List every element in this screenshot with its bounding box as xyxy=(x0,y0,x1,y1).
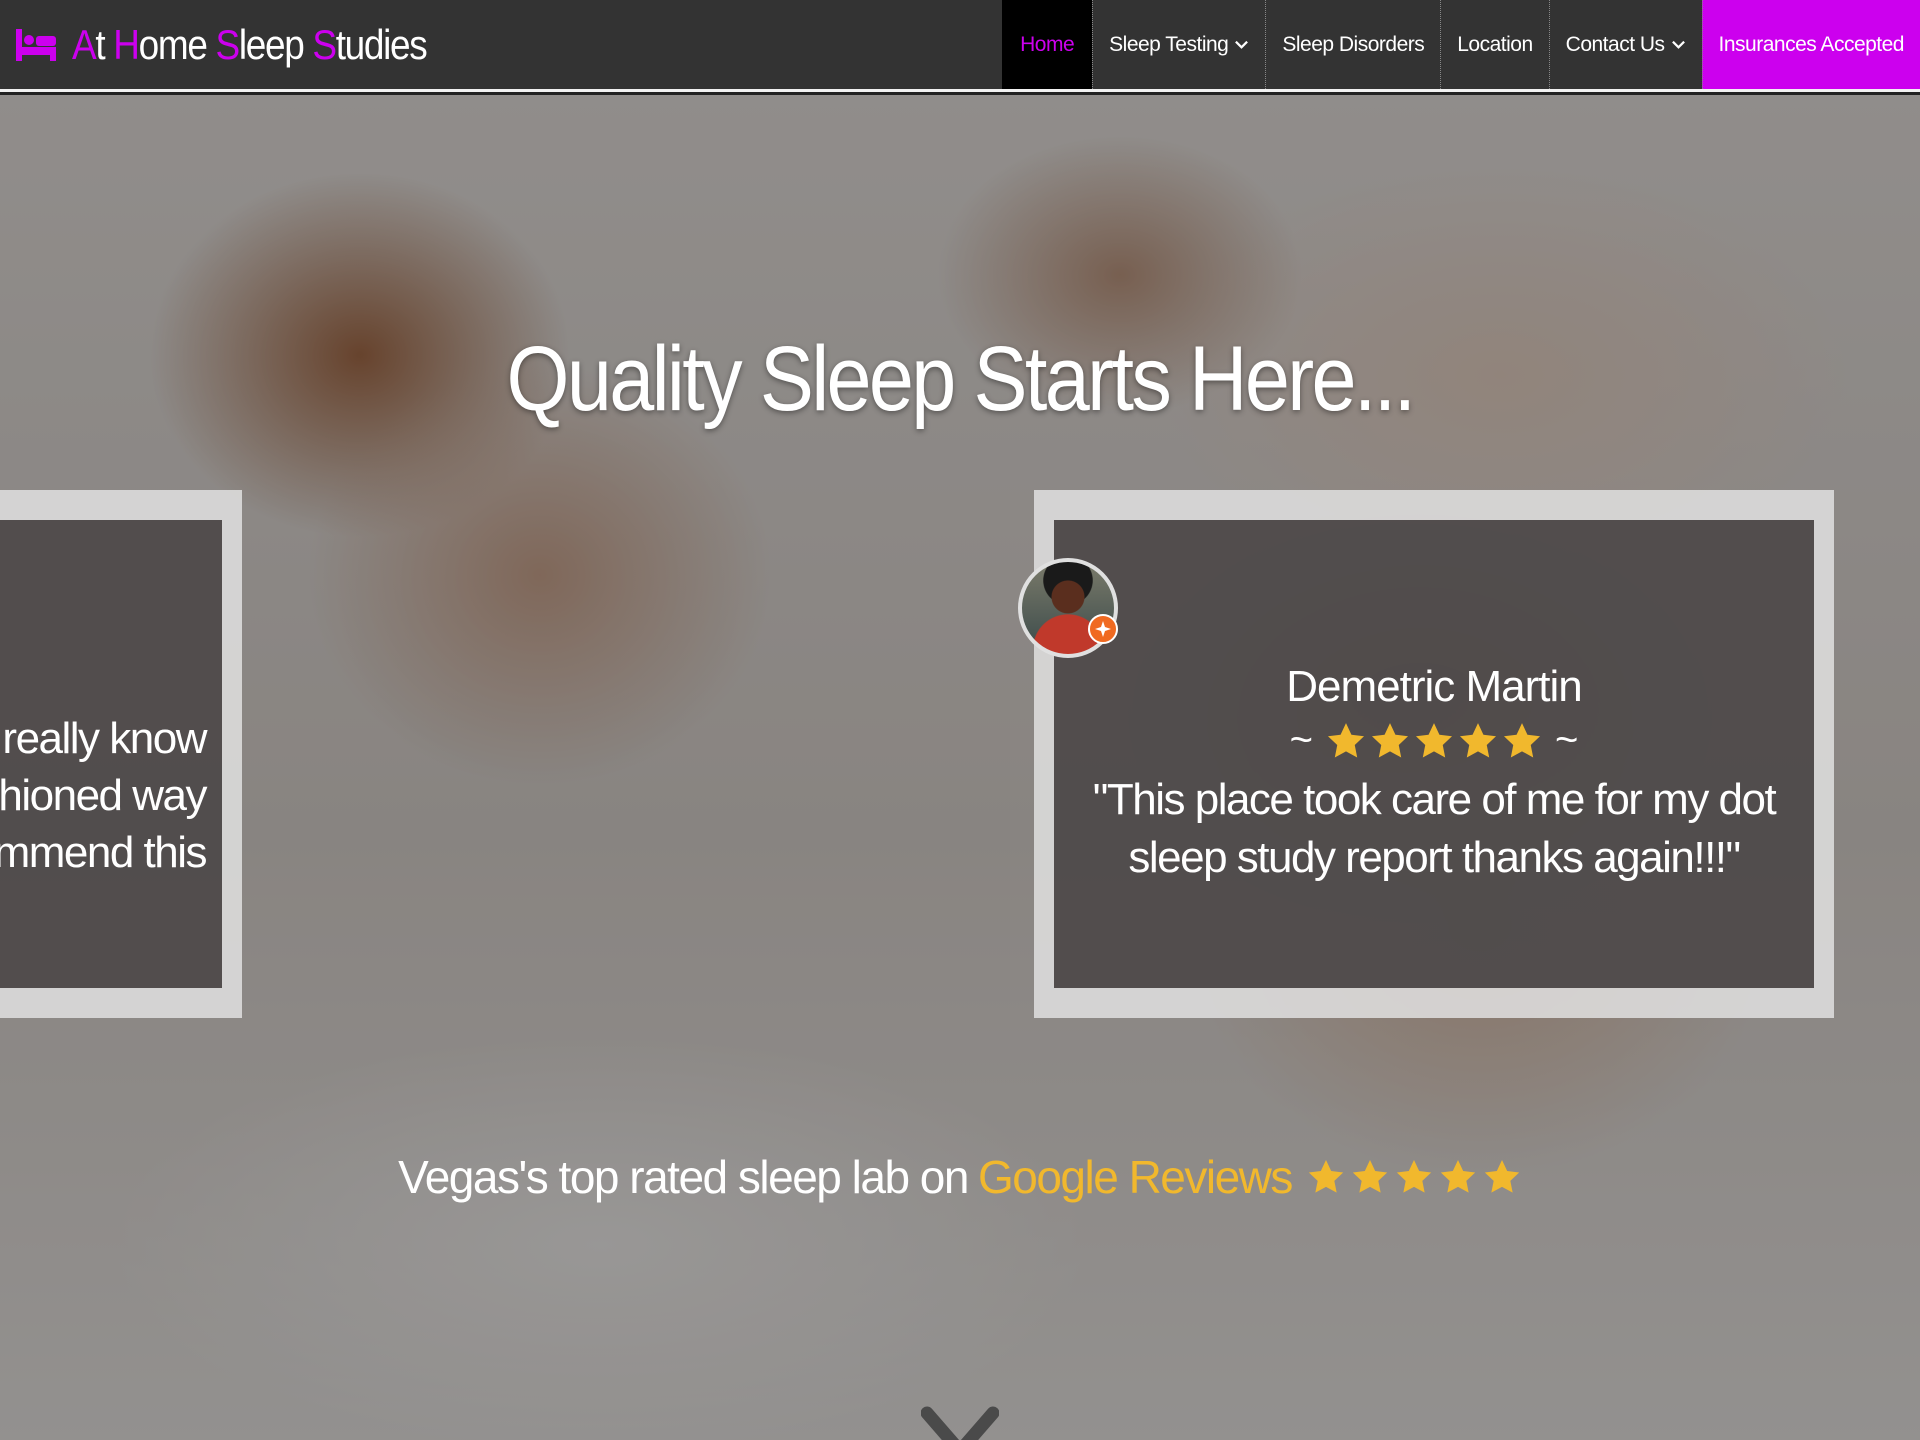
reviewer-avatar xyxy=(1018,558,1118,658)
brand-part-cap: S xyxy=(215,20,241,68)
star-icon xyxy=(1371,722,1409,757)
star-icon xyxy=(1440,1160,1476,1193)
nav-item-label: Contact Us xyxy=(1565,32,1665,56)
top-navbar: At Home Sleep Studies Home Sleep Testing… xyxy=(0,0,1920,92)
tilde-left: ~ xyxy=(1289,718,1313,762)
google-reviews-link[interactable]: Google Reviews xyxy=(978,1150,1293,1204)
star-icon xyxy=(1308,1160,1344,1193)
main-nav: Home Sleep Testing Sleep Disorders Locat… xyxy=(1002,0,1920,89)
reviewer-name: Demetric Martin xyxy=(1286,662,1583,711)
review-card-current[interactable]: Demetric Martin ~ ~ "This place took car… xyxy=(1034,490,1834,1018)
star-icon xyxy=(1503,722,1541,757)
nav-item-label: Sleep Testing xyxy=(1109,32,1229,56)
star-icon xyxy=(1459,722,1497,757)
nav-item-contact-us[interactable]: Contact Us xyxy=(1548,0,1702,89)
star-icon xyxy=(1352,1160,1388,1193)
local-guide-badge-icon xyxy=(1088,614,1118,644)
chevron-down-icon xyxy=(1671,40,1685,49)
brand-part-rest: leep xyxy=(238,20,313,68)
google-reviews-tagline: Vegas's top rated sleep lab on Google Re… xyxy=(0,1150,1920,1204)
scroll-down-chevron-icon[interactable] xyxy=(921,1405,999,1440)
hero-title: Quality Sleep Starts Here... xyxy=(506,328,1416,430)
nav-item-sleep-disorders[interactable]: Sleep Disorders xyxy=(1265,0,1440,89)
brand-part-rest: ome xyxy=(138,20,216,68)
review-rating: ~ ~ xyxy=(1054,718,1814,763)
hero-section: Quality Sleep Starts Here... ey really k… xyxy=(0,95,1920,1440)
brand-part-cap: A xyxy=(72,20,97,68)
review-card-body: ey really know ashioned way commend this xyxy=(0,520,222,988)
nav-item-label: Home xyxy=(1020,32,1075,56)
nav-item-label: Insurances Accepted xyxy=(1718,32,1905,56)
nav-item-label: Location xyxy=(1457,32,1533,56)
nav-item-location[interactable]: Location xyxy=(1440,0,1548,89)
star-icon xyxy=(1396,1160,1432,1193)
star-icon xyxy=(1484,1160,1520,1193)
brand-part-rest: t xyxy=(95,20,114,68)
review-text-clipped: ey really know ashioned way commend this xyxy=(0,714,207,877)
review-card-previous[interactable]: ey really know ashioned way commend this xyxy=(0,490,242,1018)
brand-logo-link[interactable]: At Home Sleep Studies xyxy=(0,0,475,89)
tilde-right: ~ xyxy=(1555,718,1579,762)
nav-item-insurances-accepted[interactable]: Insurances Accepted xyxy=(1701,0,1920,89)
chevron-down-icon xyxy=(1235,40,1249,49)
brand-part-cap: S xyxy=(312,20,337,68)
star-icon xyxy=(1327,722,1365,757)
review-card-body: Demetric Martin ~ ~ "This place took car… xyxy=(1054,520,1814,988)
bed-icon xyxy=(16,28,56,61)
brand-name: At Home Sleep Studies xyxy=(72,20,428,69)
nav-item-home[interactable]: Home xyxy=(1002,0,1093,89)
brand-part-cap: H xyxy=(113,20,140,68)
nav-item-sleep-testing[interactable]: Sleep Testing xyxy=(1092,0,1265,89)
review-text: "This place took care of me for my dot s… xyxy=(1092,775,1777,882)
tagline-prefix: Vegas's top rated sleep lab on xyxy=(398,1151,969,1203)
nav-item-label: Sleep Disorders xyxy=(1282,32,1425,56)
google-rating-stars xyxy=(1306,1157,1522,1197)
brand-part-rest: tudies xyxy=(335,20,428,68)
star-icon xyxy=(1415,722,1453,757)
